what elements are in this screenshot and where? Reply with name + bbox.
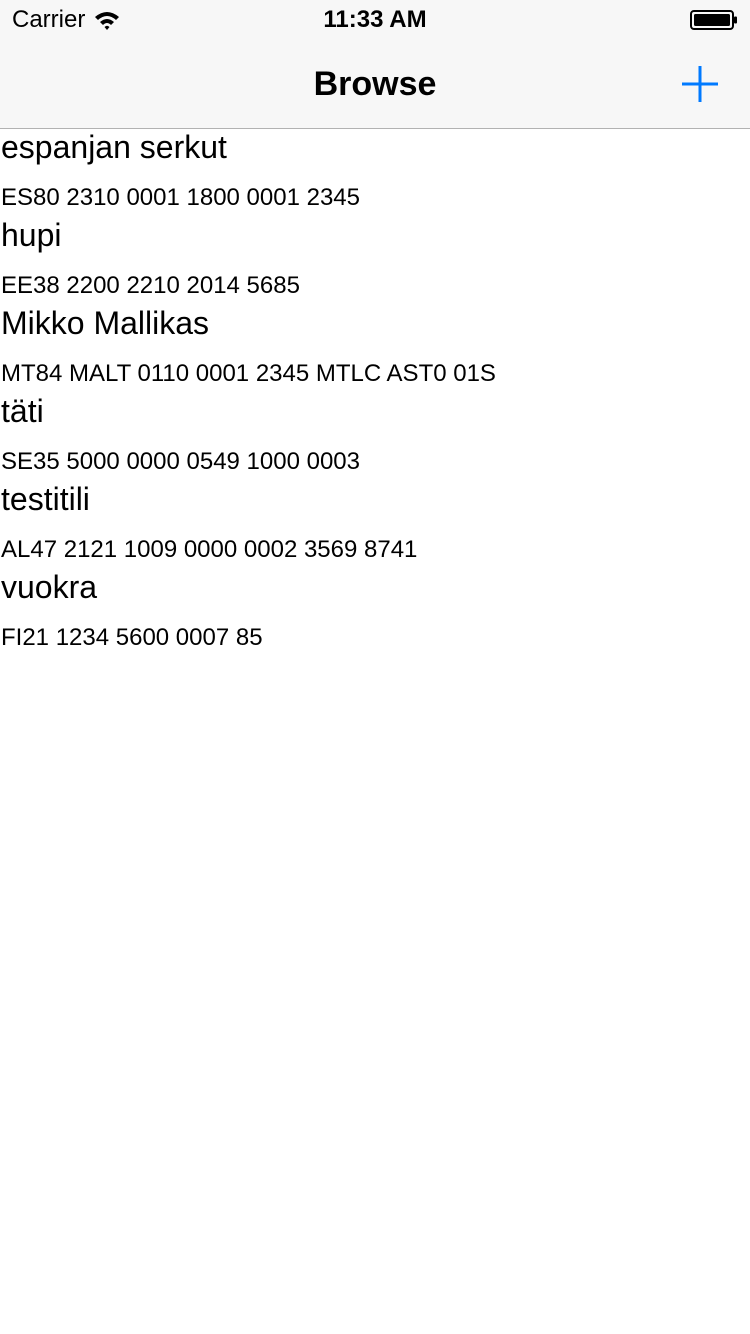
account-iban: MT84 MALT 0110 0001 2345 MTLC AST0 01S <box>1 360 496 387</box>
account-iban: ES80 2310 0001 1800 0001 2345 <box>1 184 361 211</box>
list-item[interactable]: hupi EE38 2200 2210 2014 5685 <box>0 217 750 305</box>
status-bar: Carrier 11:33 AM <box>0 0 750 40</box>
account-name: Mikko Mallikas <box>1 305 210 341</box>
account-iban: SE35 5000 0000 0549 1000 0003 <box>1 448 361 475</box>
top-bar: Carrier 11:33 AM Browse <box>0 0 750 129</box>
battery-icon <box>690 10 737 30</box>
account-name: testitili <box>1 481 90 517</box>
account-name: vuokra <box>1 569 98 605</box>
plus-icon <box>682 66 718 102</box>
account-iban: AL47 2121 1009 0000 0002 3569 8741 <box>1 536 418 563</box>
list-item[interactable]: vuokra FI21 1234 5600 0007 85 <box>0 569 750 657</box>
account-name: hupi <box>1 217 62 253</box>
list-item[interactable]: Mikko Mallikas MT84 MALT 0110 0001 2345 … <box>0 305 750 393</box>
account-iban: FI21 1234 5600 0007 85 <box>1 624 263 651</box>
add-button[interactable] <box>676 60 724 108</box>
list-item[interactable]: testitili AL47 2121 1009 0000 0002 3569 … <box>0 481 750 569</box>
status-time: 11:33 AM <box>323 6 427 33</box>
screen: Carrier 11:33 AM Browse espanjan serkut … <box>0 0 750 1334</box>
list-item[interactable]: täti SE35 5000 0000 0549 1000 0003 <box>0 393 750 481</box>
account-name: täti <box>1 393 44 429</box>
account-iban: EE38 2200 2210 2014 5685 <box>1 272 300 299</box>
page-title: Browse <box>313 65 437 103</box>
account-list: espanjan serkut ES80 2310 0001 1800 0001… <box>0 129 750 657</box>
navigation-bar: Browse <box>0 40 750 128</box>
list-item[interactable]: espanjan serkut ES80 2310 0001 1800 0001… <box>0 129 750 217</box>
account-name: espanjan serkut <box>1 129 227 165</box>
